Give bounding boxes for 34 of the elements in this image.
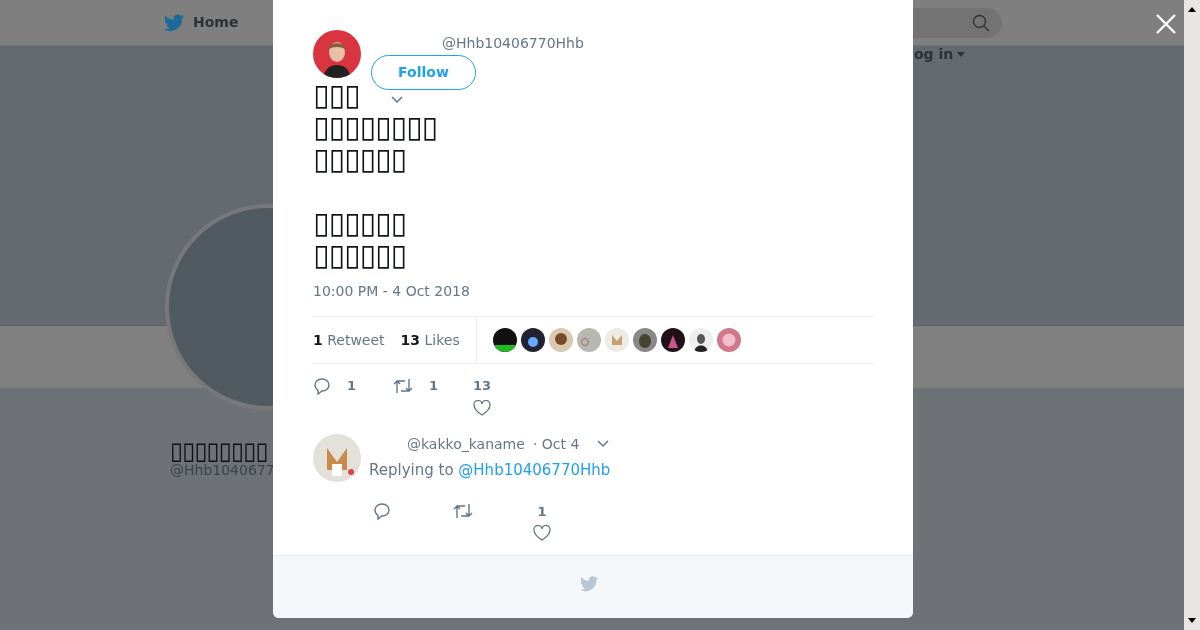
user-handle[interactable]: @Hhb10406770Hhb (442, 34, 584, 52)
reply-handle[interactable]: @kakko_kaname (407, 433, 525, 455)
tweet-text-line: ▯▯▯▯▯▯ (313, 207, 407, 239)
retweet-count: 1 (429, 377, 439, 395)
close-button[interactable] (1154, 12, 1178, 36)
login-menu[interactable]: og in (914, 44, 966, 65)
tweet-text-line: ▯▯▯▯▯▯ (313, 239, 407, 271)
heart-icon[interactable] (473, 399, 492, 416)
follow-button[interactable]: Follow (371, 55, 476, 90)
caret-icon (957, 52, 966, 57)
tweet-text-line: ▯▯▯▯▯▯ (313, 143, 407, 175)
search-icon (972, 14, 990, 32)
mention-link[interactable]: @Hhb10406770Hhb (458, 460, 611, 479)
retweets-link[interactable]: 1 Retweet (313, 329, 385, 351)
heart-icon[interactable] (533, 525, 551, 541)
tweet-text-line: ▯▯▯ (313, 79, 360, 111)
likes-link[interactable]: 13 Likes (400, 329, 460, 351)
like-count: 1 (537, 502, 547, 521)
tweet-timestamp: 10:00 PM - 4 Oct 2018 (313, 282, 471, 301)
retweet-icon[interactable] (393, 376, 413, 395)
like-count: 13 (473, 377, 492, 395)
profile-name: ▯▯▯▯▯▯▯▯ (170, 436, 268, 465)
scrollbar[interactable] (1184, 0, 1200, 630)
reply-time: · Oct 4 (532, 434, 580, 454)
home-link[interactable]: Home (163, 11, 239, 34)
chevron-icon[interactable] (597, 440, 610, 448)
replying-to-text: Replying to @Hhb10406770Hhb (369, 459, 611, 481)
reply-icon[interactable] (373, 501, 391, 520)
bird-icon (579, 574, 599, 594)
reply-count: 1 (347, 377, 357, 395)
retweet-icon[interactable] (453, 501, 473, 520)
chevron-icon[interactable] (391, 96, 403, 104)
tweet-text-line: ▯▯▯▯▯▯▯▯ (313, 111, 438, 143)
reply-icon[interactable] (313, 376, 331, 395)
